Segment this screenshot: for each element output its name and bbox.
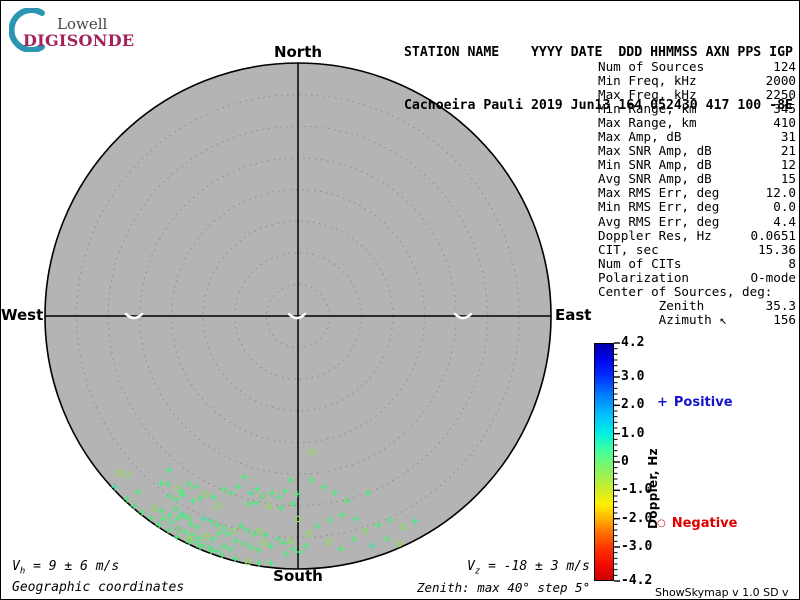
stat-label: Max Range, km — [598, 116, 697, 130]
stat-value: 0.0 — [773, 200, 796, 214]
zenith-range-note: Zenith: max 40° step 5° — [417, 580, 590, 595]
stat-row: Zenith 35.3 — [598, 299, 796, 313]
stat-label: Zenith — [598, 299, 704, 313]
stat-label: Avg RMS Err, deg — [598, 215, 719, 229]
stat-row: Polarization O-mode — [598, 271, 796, 285]
compass-south: South — [248, 567, 348, 585]
stat-row: Max RMS Err, deg 12.0 — [598, 186, 796, 200]
stat-label: Num of Sources — [598, 60, 704, 74]
stat-row: Avg SNR Amp, dB 15 — [598, 172, 796, 186]
stat-row: Max Freq, kHz 2250 — [598, 88, 796, 102]
stat-label: Avg SNR Amp, dB — [598, 172, 712, 186]
positive-label: Positive — [674, 395, 733, 410]
stat-row: Max SNR Amp, dB 21 — [598, 144, 796, 158]
stat-label: Min Freq, kHz — [598, 74, 697, 88]
compass-north: North — [248, 43, 348, 61]
stat-row: Azimuth ↖ 156 — [598, 313, 796, 327]
stat-value: 4.4 — [773, 215, 796, 229]
stat-label: Azimuth ↖ — [598, 313, 727, 327]
lowell-digisonde-logo: Lowell DIGISONDE — [9, 7, 139, 49]
stat-label: Max Amp, dB — [598, 130, 681, 144]
stat-row: Num of Sources 124 — [598, 60, 796, 74]
stat-value: 2250 — [766, 88, 796, 102]
stat-label: Polarization — [598, 271, 689, 285]
stat-value: O-mode — [751, 271, 797, 285]
stat-row: Doppler Res, Hz 0.0651 — [598, 229, 796, 243]
stat-label: Min Range, km — [598, 102, 697, 116]
software-version: ShowSkymap v 1.0 SD v 5.1 — [655, 586, 799, 600]
colorbar-tick-label: 2.0 — [621, 398, 663, 412]
stat-row: Center of Sources, deg: — [598, 285, 796, 299]
stat-value: 8 — [788, 257, 796, 271]
stat-value: 156 — [773, 313, 796, 327]
stat-label: Center of Sources, deg: — [598, 285, 772, 299]
vertical-velocity: Vz = -18 ± 3 m/s — [467, 559, 590, 577]
stat-label: Max RMS Err, deg — [598, 186, 719, 200]
stat-row: Max Amp, dB 31 — [598, 130, 796, 144]
stat-value: 35.3 — [766, 299, 796, 313]
stat-row: CIT, sec 15.36 — [598, 243, 796, 257]
stat-label: Min RMS Err, deg — [598, 200, 719, 214]
stat-value: 31 — [781, 130, 796, 144]
stat-row: Max Range, km 410 — [598, 116, 796, 130]
stat-row: Avg RMS Err, deg 4.4 — [598, 215, 796, 229]
coordinates-note: Geographic coordinates — [12, 580, 184, 595]
stat-value: 12 — [781, 158, 796, 172]
colorbar-tick-label: 1.0 — [621, 427, 663, 441]
stat-label: Max SNR Amp, dB — [598, 144, 712, 158]
stat-value: 2000 — [766, 74, 796, 88]
stat-value: 124 — [773, 60, 796, 74]
colorbar-tick-label: 3.0 — [621, 370, 663, 384]
stat-label: Doppler Res, Hz — [598, 229, 712, 243]
stat-row: Min Freq, kHz 2000 — [598, 74, 796, 88]
positive-legend: +Positive — [657, 395, 733, 410]
stats-panel: Num of Sources124Min Freq, kHz2000Max Fr… — [598, 60, 796, 327]
stat-row: Min RMS Err, deg 0.0 — [598, 200, 796, 214]
stat-row: Num of CITs 8 — [598, 257, 796, 271]
stat-value: 21 — [781, 144, 796, 158]
doppler-colorbar — [594, 343, 614, 581]
stat-label: Min SNR Amp, dB — [598, 158, 712, 172]
stat-row: Min SNR Amp, dB 12 — [598, 158, 796, 172]
stat-value: 410 — [773, 116, 796, 130]
skymap-window: Lowell DIGISONDE STATION NAME YYYY DATE … — [0, 0, 800, 600]
stat-value: 15 — [781, 172, 796, 186]
stat-value: 12.0 — [766, 186, 796, 200]
colorbar-tick-label: 0 — [621, 455, 663, 469]
stat-label: Max Freq, kHz — [598, 88, 697, 102]
compass-east: East — [555, 306, 591, 324]
stat-value: 0.0651 — [751, 229, 797, 243]
horizontal-velocity: Vh = 9 ± 6 m/s — [12, 559, 119, 577]
colorbar-tick-label: 4.2 — [621, 336, 663, 350]
colorbar-tick-label: -2.0 — [621, 512, 663, 526]
negative-label: Negative — [672, 516, 738, 531]
colorbar-tick-label: -1.0 — [621, 483, 663, 497]
colorbar-tick-label: -4.2 — [621, 574, 663, 588]
stat-row: Min Range, km 345 — [598, 102, 796, 116]
compass-west: West — [1, 306, 41, 324]
colorbar-tick-label: -3.0 — [621, 540, 663, 554]
stat-value: 345 — [773, 102, 796, 116]
negative-legend: ○Negative — [657, 516, 737, 531]
stat-label: CIT, sec — [598, 243, 659, 257]
logo-digisonde: DIGISONDE — [23, 31, 134, 50]
stat-label: Num of CITs — [598, 257, 681, 271]
stat-value: 15.36 — [758, 243, 796, 257]
